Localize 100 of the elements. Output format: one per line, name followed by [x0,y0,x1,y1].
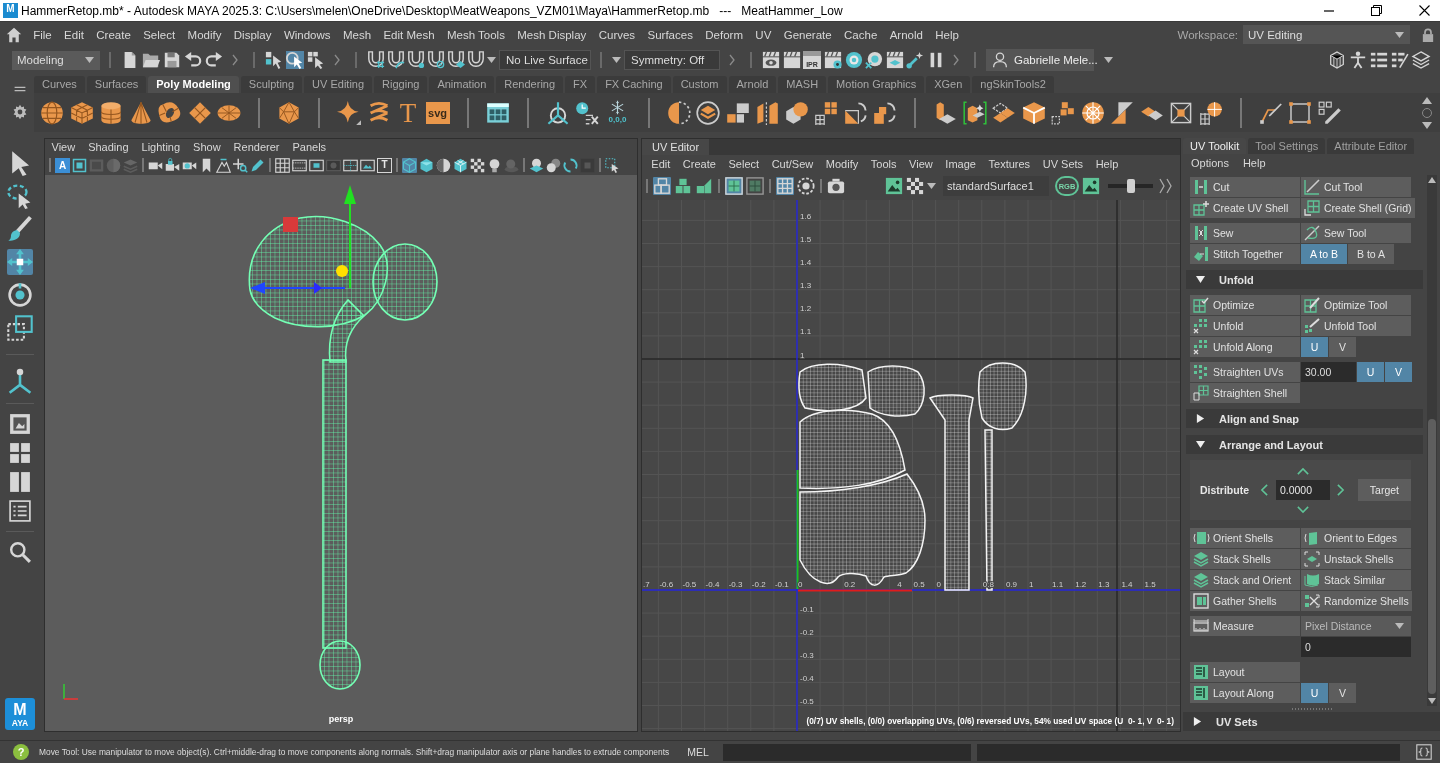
move-manipulator[interactable] [250,185,356,294]
caret-icon[interactable] [927,183,936,189]
cube-icon[interactable] [1021,100,1046,125]
uv-shell[interactable] [798,363,867,412]
tool-button[interactable]: Optimize Tool [1301,295,1411,315]
tool-button[interactable]: Randomize Shells [1301,591,1412,611]
menu-item[interactable]: File [27,28,58,41]
clapper-gear-icon[interactable] [824,51,842,69]
wireframe-cube-icon[interactable] [402,157,417,173]
torus-icon[interactable] [158,100,182,125]
window-grid-icon[interactable] [485,100,510,125]
tool-button[interactable]: Unfold Tool [1301,316,1411,336]
menu-icon[interactable] [14,86,26,92]
clapper-layers-icon[interactable] [885,51,904,69]
toggle-button[interactable]: V [1329,337,1356,357]
tool-button[interactable]: Create Shell (Grid) [1301,198,1415,218]
shelf-tab[interactable]: Arnold [728,76,777,93]
sphere-plane-icon[interactable] [529,157,544,173]
menu-item[interactable]: Renderer [227,141,286,153]
menu-item[interactable]: Display [227,28,278,41]
shelf-tab[interactable]: Motion Graphics [828,76,925,93]
tripod-icon[interactable] [7,368,33,394]
tool-button[interactable]: Stitch Together [1190,244,1300,264]
triangle-down-icon[interactable] [1196,440,1205,449]
camera-frame-icon[interactable] [72,157,87,173]
panel-tab[interactable]: Attribute Editor [1327,138,1415,154]
magnet-view-icon[interactable] [427,51,445,69]
framed-letter-button[interactable]: T [377,157,392,173]
tool-button[interactable]: Measure [1190,616,1300,636]
scroll-handle-icon[interactable] [1422,107,1432,118]
resolution-gate-icon[interactable] [309,157,324,173]
shelf-tab[interactable]: Rigging [374,76,428,93]
menu-set-dropdown[interactable]: Modeling [12,50,100,70]
section-header[interactable]: Unfold [1186,270,1423,289]
panel-tab[interactable]: Tool Settings [1248,138,1326,154]
cylinder-icon[interactable] [99,100,123,125]
uv-shell[interactable] [867,365,925,417]
cube-grid-icon[interactable] [1328,51,1346,69]
ring-disc-icon[interactable] [844,51,863,69]
shaded-cube-icon[interactable] [419,157,434,173]
unit-dropdown[interactable]: Pixel Distance [1301,616,1411,636]
tool-button[interactable]: Sew [1190,223,1300,243]
menu-item[interactable]: Lighting [135,141,187,153]
shelf-tab[interactable]: UV Editing [304,76,373,93]
menu-item[interactable]: Select [722,157,766,170]
cube-icon[interactable] [69,100,94,125]
menu-item[interactable]: Show [186,141,228,153]
tool-button[interactable]: Straighten Shell [1190,383,1300,403]
menu-item[interactable]: Help [1242,157,1266,169]
magnet-curve-icon[interactable] [387,51,405,69]
toggle-button[interactable]: B to A [1348,244,1395,264]
tool-button[interactable]: Unfold Along [1190,337,1300,357]
squares-grid-icon[interactable] [814,100,838,125]
magnet-grid-icon[interactable] [367,51,385,69]
shelf-tab[interactable]: Animation [429,76,495,93]
image-icon[interactable] [885,177,903,195]
outliner-icon[interactable] [9,500,31,522]
texture-field[interactable]: standardSurface1 [943,176,1049,196]
object-select-icon[interactable] [286,51,304,69]
uv-shell[interactable] [799,473,926,586]
ball-cross-icon[interactable] [865,51,883,69]
grid-icon[interactable] [275,157,290,173]
save-icon[interactable] [163,51,181,69]
prism-sparkle-icon[interactable] [962,100,987,125]
scroll-thumb[interactable] [1428,419,1436,694]
triangle-down-icon[interactable] [1196,275,1205,284]
toggle-button[interactable]: A to B [1301,244,1348,264]
clock-list-icon[interactable] [575,100,599,125]
tool-button[interactable]: Stack Similar [1301,570,1411,590]
two-pane-icon[interactable] [9,471,31,493]
lasso-icon[interactable] [7,183,33,209]
scroll-up-icon[interactable] [1422,96,1432,104]
expand-arrows-icon[interactable] [1159,178,1172,194]
menu-item[interactable]: Mesh [336,28,378,41]
light-bulb-icon[interactable] [487,157,502,173]
dotted-frame-icon[interactable] [1288,100,1312,125]
wire-shaded-cube-icon[interactable] [453,157,468,173]
tool-button[interactable]: Gather Shells [1190,591,1300,611]
section-header[interactable]: Arrange and Layout [1186,435,1423,454]
shelf-tab[interactable]: Poly Modeling [148,76,239,93]
tool-button[interactable]: Stack and Orient [1190,570,1300,590]
close-icon[interactable] [1419,5,1430,16]
tool-button[interactable]: Unfold [1190,316,1300,336]
menu-item[interactable]: Deform [699,28,750,41]
circle-arrows-icon[interactable] [563,157,578,173]
shelf-tab[interactable]: Surfaces [86,76,147,93]
chevron-up-icon[interactable] [1296,467,1309,475]
menu-item[interactable]: Cache [837,28,884,41]
shelf-tab[interactable]: Curves [34,76,85,93]
section-header[interactable]: UV Sets [1183,712,1440,731]
uv-shell[interactable] [929,394,974,591]
framed-grid-icon[interactable] [746,177,764,195]
menu-item[interactable]: Create [90,28,137,41]
command-language-button[interactable]: MEL [687,746,709,758]
slider-thumb[interactable] [1126,179,1135,193]
menu-item[interactable]: Image [939,157,983,170]
tool-button[interactable]: Sew Tool [1301,223,1411,243]
toggle-button[interactable]: V [1329,683,1356,703]
menu-item[interactable]: Tools [864,157,903,170]
four-pane-icon[interactable] [9,442,31,464]
